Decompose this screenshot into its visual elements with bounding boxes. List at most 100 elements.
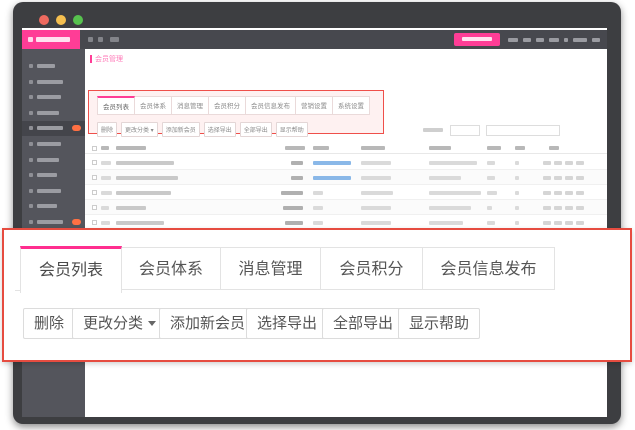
status-placeholder xyxy=(515,221,519,225)
topbar-link-5[interactable] xyxy=(573,38,587,42)
row-action-link-2[interactable] xyxy=(565,191,573,195)
mini-tab-0[interactable]: 会员列表 xyxy=(97,96,135,115)
callout-button-2[interactable]: 添加新会员 xyxy=(159,308,256,339)
app-topbar xyxy=(22,30,607,49)
row-action-link-2[interactable] xyxy=(565,176,573,180)
sidebar-item-icon xyxy=(29,126,33,130)
sidebar-item-5[interactable] xyxy=(22,137,85,152)
level-placeholder xyxy=(313,221,323,225)
row-action-link-1[interactable] xyxy=(554,191,562,195)
topbar-link-2[interactable] xyxy=(536,38,544,42)
row-action-link-0[interactable] xyxy=(543,206,551,210)
count-placeholder xyxy=(487,206,492,210)
email-link-placeholder xyxy=(313,176,351,180)
mini-tab-4[interactable]: 会员信息发布 xyxy=(246,96,296,115)
topbar-link-1[interactable] xyxy=(523,38,531,42)
callout-tab-1[interactable]: 会员体系 xyxy=(121,247,221,290)
sidebar-item-2[interactable] xyxy=(22,90,85,105)
column-header-placeholder-5 xyxy=(429,146,451,150)
row-action-link-1[interactable] xyxy=(554,221,562,225)
menu-icon[interactable] xyxy=(110,37,119,42)
row-action-link-2[interactable] xyxy=(565,206,573,210)
mini-tab-2[interactable]: 消息管理 xyxy=(172,96,209,115)
callout-tab-2[interactable]: 消息管理 xyxy=(220,247,321,290)
notification-badge xyxy=(72,219,81,225)
home-icon[interactable] xyxy=(88,37,93,42)
upgrade-button[interactable] xyxy=(454,33,500,46)
search-input[interactable] xyxy=(486,125,560,136)
column-header-placeholder-4 xyxy=(361,146,385,150)
row-action-link-2[interactable] xyxy=(565,221,573,225)
close-window-button[interactable] xyxy=(39,15,49,25)
row-checkbox[interactable] xyxy=(92,160,97,165)
topbar-link-6[interactable] xyxy=(592,38,600,42)
mini-tab-5[interactable]: 营销设置 xyxy=(296,96,333,115)
brand-name-placeholder xyxy=(36,37,70,42)
topbar-link-3[interactable] xyxy=(549,38,559,42)
brand-logo[interactable] xyxy=(22,30,80,49)
row-action-link-1[interactable] xyxy=(554,206,562,210)
row-action-link-3[interactable] xyxy=(576,191,584,195)
sidebar-item-icon xyxy=(29,158,33,162)
row-action-link-0[interactable] xyxy=(543,161,551,165)
minimize-window-button[interactable] xyxy=(56,15,66,25)
sidebar-item-9[interactable] xyxy=(22,199,85,214)
callout-button-5[interactable]: 显示帮助 xyxy=(398,308,480,339)
row-actions xyxy=(543,176,587,180)
member-name-placeholder xyxy=(116,161,174,165)
row-action-link-1[interactable] xyxy=(554,161,562,165)
row-action-link-0[interactable] xyxy=(543,221,551,225)
row-action-link-3[interactable] xyxy=(576,221,584,225)
callout-tab-label: 会员体系 xyxy=(139,261,203,278)
date-placeholder xyxy=(361,161,391,165)
sidebar-item-1[interactable] xyxy=(22,75,85,90)
callout-button-1[interactable]: 更改分类 xyxy=(72,308,167,339)
row-checkbox[interactable] xyxy=(92,175,97,180)
window-titlebar xyxy=(13,2,621,28)
member-id-placeholder xyxy=(101,206,109,210)
row-checkbox[interactable] xyxy=(92,220,97,225)
member-id-placeholder xyxy=(101,221,110,225)
sidebar-item-label-placeholder xyxy=(37,95,61,99)
zoom-window-button[interactable] xyxy=(73,15,83,25)
row-action-link-1[interactable] xyxy=(554,176,562,180)
column-header-placeholder-2 xyxy=(285,146,305,150)
mini-tab-3[interactable]: 会员积分 xyxy=(209,96,246,115)
mini-tab-1[interactable]: 会员体系 xyxy=(135,96,172,115)
callout-tab-3[interactable]: 会员积分 xyxy=(320,247,423,290)
sidebar-item-0[interactable] xyxy=(22,59,85,74)
select-all-checkbox[interactable] xyxy=(92,146,97,151)
category-select[interactable] xyxy=(450,125,480,136)
sidebar-item-3[interactable] xyxy=(22,106,85,121)
sidebar-item-6[interactable] xyxy=(22,153,85,168)
callout-tab-0[interactable]: 会员列表 xyxy=(20,246,122,293)
row-action-link-3[interactable] xyxy=(576,206,584,210)
callout-tab-4[interactable]: 会员信息发布 xyxy=(422,247,555,290)
filter-label-placeholder xyxy=(423,128,443,132)
sidebar-item-7[interactable] xyxy=(22,168,85,183)
callout-button-label: 选择导出 xyxy=(257,315,317,332)
table-row xyxy=(85,170,607,185)
row-action-link-2[interactable] xyxy=(565,161,573,165)
callout-button-4[interactable]: 全部导出 xyxy=(322,308,404,339)
contact-placeholder xyxy=(429,206,471,210)
row-action-link-0[interactable] xyxy=(543,176,551,180)
callout-button-0[interactable]: 删除 xyxy=(23,308,75,339)
callout-button-3[interactable]: 选择导出 xyxy=(246,308,328,339)
mini-tab-6[interactable]: 系统设置 xyxy=(333,96,370,115)
row-action-link-3[interactable] xyxy=(576,176,584,180)
row-checkbox[interactable] xyxy=(92,205,97,210)
refresh-icon[interactable] xyxy=(98,37,103,42)
sidebar-item-4[interactable] xyxy=(22,121,85,136)
row-checkbox[interactable] xyxy=(92,190,97,195)
sidebar-item-8[interactable] xyxy=(22,184,85,199)
sidebar-item-icon xyxy=(29,204,33,208)
topbar-link-4[interactable] xyxy=(564,38,568,42)
member-name-placeholder xyxy=(116,176,178,180)
row-action-link-0[interactable] xyxy=(543,191,551,195)
topbar-link-0[interactable] xyxy=(508,38,518,42)
sidebar-item-icon xyxy=(29,80,33,84)
notification-badge xyxy=(72,125,81,131)
table-toolbar xyxy=(85,124,607,138)
row-action-link-3[interactable] xyxy=(576,161,584,165)
